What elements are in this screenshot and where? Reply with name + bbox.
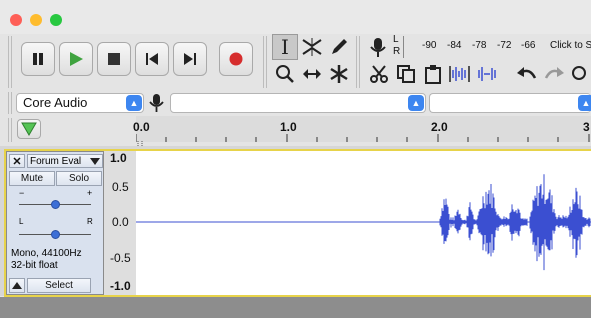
ruler-label: 2.0 xyxy=(431,120,448,134)
meter-tick: -84 xyxy=(447,40,462,51)
meter-tick: -78 xyxy=(472,40,487,51)
pause-icon xyxy=(33,53,43,65)
close-window-button[interactable] xyxy=(10,14,22,26)
zoom-in-icon xyxy=(572,66,586,80)
toolbar-grip[interactable] xyxy=(8,118,12,142)
zoom-in-button[interactable] xyxy=(568,61,591,87)
undo-icon xyxy=(517,67,537,79)
track-focus-border xyxy=(4,149,591,297)
play-icon xyxy=(70,52,83,66)
skip-to-start-button[interactable] xyxy=(135,42,169,76)
toolbar-grip[interactable] xyxy=(8,92,12,114)
zoom-tool-button[interactable] xyxy=(272,61,298,87)
record-meter-button[interactable] xyxy=(366,36,390,60)
skip-to-end-icon xyxy=(184,53,196,65)
redo-icon xyxy=(544,67,564,79)
timeline-options-button[interactable] xyxy=(17,119,41,139)
i-beam-icon: I xyxy=(281,35,289,59)
record-icon xyxy=(229,52,243,66)
scissors-icon xyxy=(370,65,388,83)
copy-icon xyxy=(397,65,415,83)
envelope-tool-button[interactable] xyxy=(299,34,325,60)
meter-tick: -90 xyxy=(422,40,437,51)
silence-audio-button[interactable] xyxy=(474,61,500,87)
meter-channel-l-label: L xyxy=(393,34,399,45)
triangle-down-icon xyxy=(21,122,37,136)
skip-to-start-icon xyxy=(146,53,158,65)
stop-icon xyxy=(108,53,120,65)
cut-button[interactable] xyxy=(366,61,392,87)
audio-host-select[interactable]: Core Audio ▲︎ xyxy=(16,93,144,113)
record-button[interactable] xyxy=(219,42,253,76)
pencil-icon xyxy=(332,39,347,54)
trim-icon xyxy=(449,66,470,82)
empty-track-space[interactable] xyxy=(0,297,591,318)
pause-button[interactable] xyxy=(21,42,55,76)
chevron-updown-icon: ▲︎ xyxy=(578,95,591,111)
play-head-marker[interactable] xyxy=(136,136,146,149)
time-shift-tool-button[interactable] xyxy=(299,61,325,87)
selection-tool-button[interactable]: I xyxy=(272,34,298,60)
meter-tick: -72 xyxy=(497,40,512,51)
zoom-window-button[interactable] xyxy=(50,14,62,26)
ruler-ticks xyxy=(136,134,590,142)
toolbar-grip[interactable] xyxy=(356,36,360,88)
main-toolbar: I L R -90 -84 -78 -72 -66 Click to S xyxy=(0,34,591,90)
recording-device-select[interactable]: ▲︎ xyxy=(170,93,426,113)
asterisk-icon xyxy=(330,65,348,83)
copy-button[interactable] xyxy=(393,61,419,87)
ruler-label: 0.0 xyxy=(133,120,150,134)
play-button[interactable] xyxy=(59,42,93,76)
playback-device-select[interactable]: ▲︎ xyxy=(429,93,591,113)
magnifier-icon xyxy=(276,65,294,83)
silence-icon xyxy=(478,67,496,81)
recording-meter[interactable]: -90 -84 -78 -72 -66 Click to S xyxy=(403,36,591,58)
redo-button[interactable] xyxy=(541,61,567,87)
meter-hint: Click to S xyxy=(550,40,591,51)
undo-button[interactable] xyxy=(514,61,540,87)
clipboard-icon xyxy=(425,65,441,84)
microphone-icon xyxy=(370,38,386,57)
toolbar-grip[interactable] xyxy=(263,36,267,88)
chevron-updown-icon: ▲︎ xyxy=(126,95,142,111)
skip-to-end-button[interactable] xyxy=(173,42,207,76)
microphone-icon xyxy=(149,94,164,112)
paste-button[interactable] xyxy=(420,61,446,87)
minimize-window-button[interactable] xyxy=(30,14,42,26)
device-toolbar: Core Audio ▲︎ ▲︎ ▲︎ xyxy=(0,90,591,116)
envelope-icon xyxy=(302,38,322,56)
stop-button[interactable] xyxy=(97,42,131,76)
recording-device-icon-wrap xyxy=(148,93,166,113)
multi-tool-button[interactable] xyxy=(326,61,352,87)
meter-channel-r-label: R xyxy=(393,46,401,57)
ruler-label: 3 xyxy=(583,120,590,134)
timeline-ruler[interactable]: 0.0 1.0 2.0 3 xyxy=(133,116,591,142)
ruler-label: 1.0 xyxy=(280,120,297,134)
audio-host-value: Core Audio xyxy=(23,95,88,110)
draw-tool-button[interactable] xyxy=(326,34,352,60)
toolbar-grip[interactable] xyxy=(8,36,12,88)
chevron-updown-icon: ▲︎ xyxy=(408,95,424,111)
trim-audio-button[interactable] xyxy=(447,61,473,87)
meter-tick: -66 xyxy=(521,40,536,51)
time-shift-icon xyxy=(303,69,321,79)
title-bar xyxy=(0,0,591,34)
